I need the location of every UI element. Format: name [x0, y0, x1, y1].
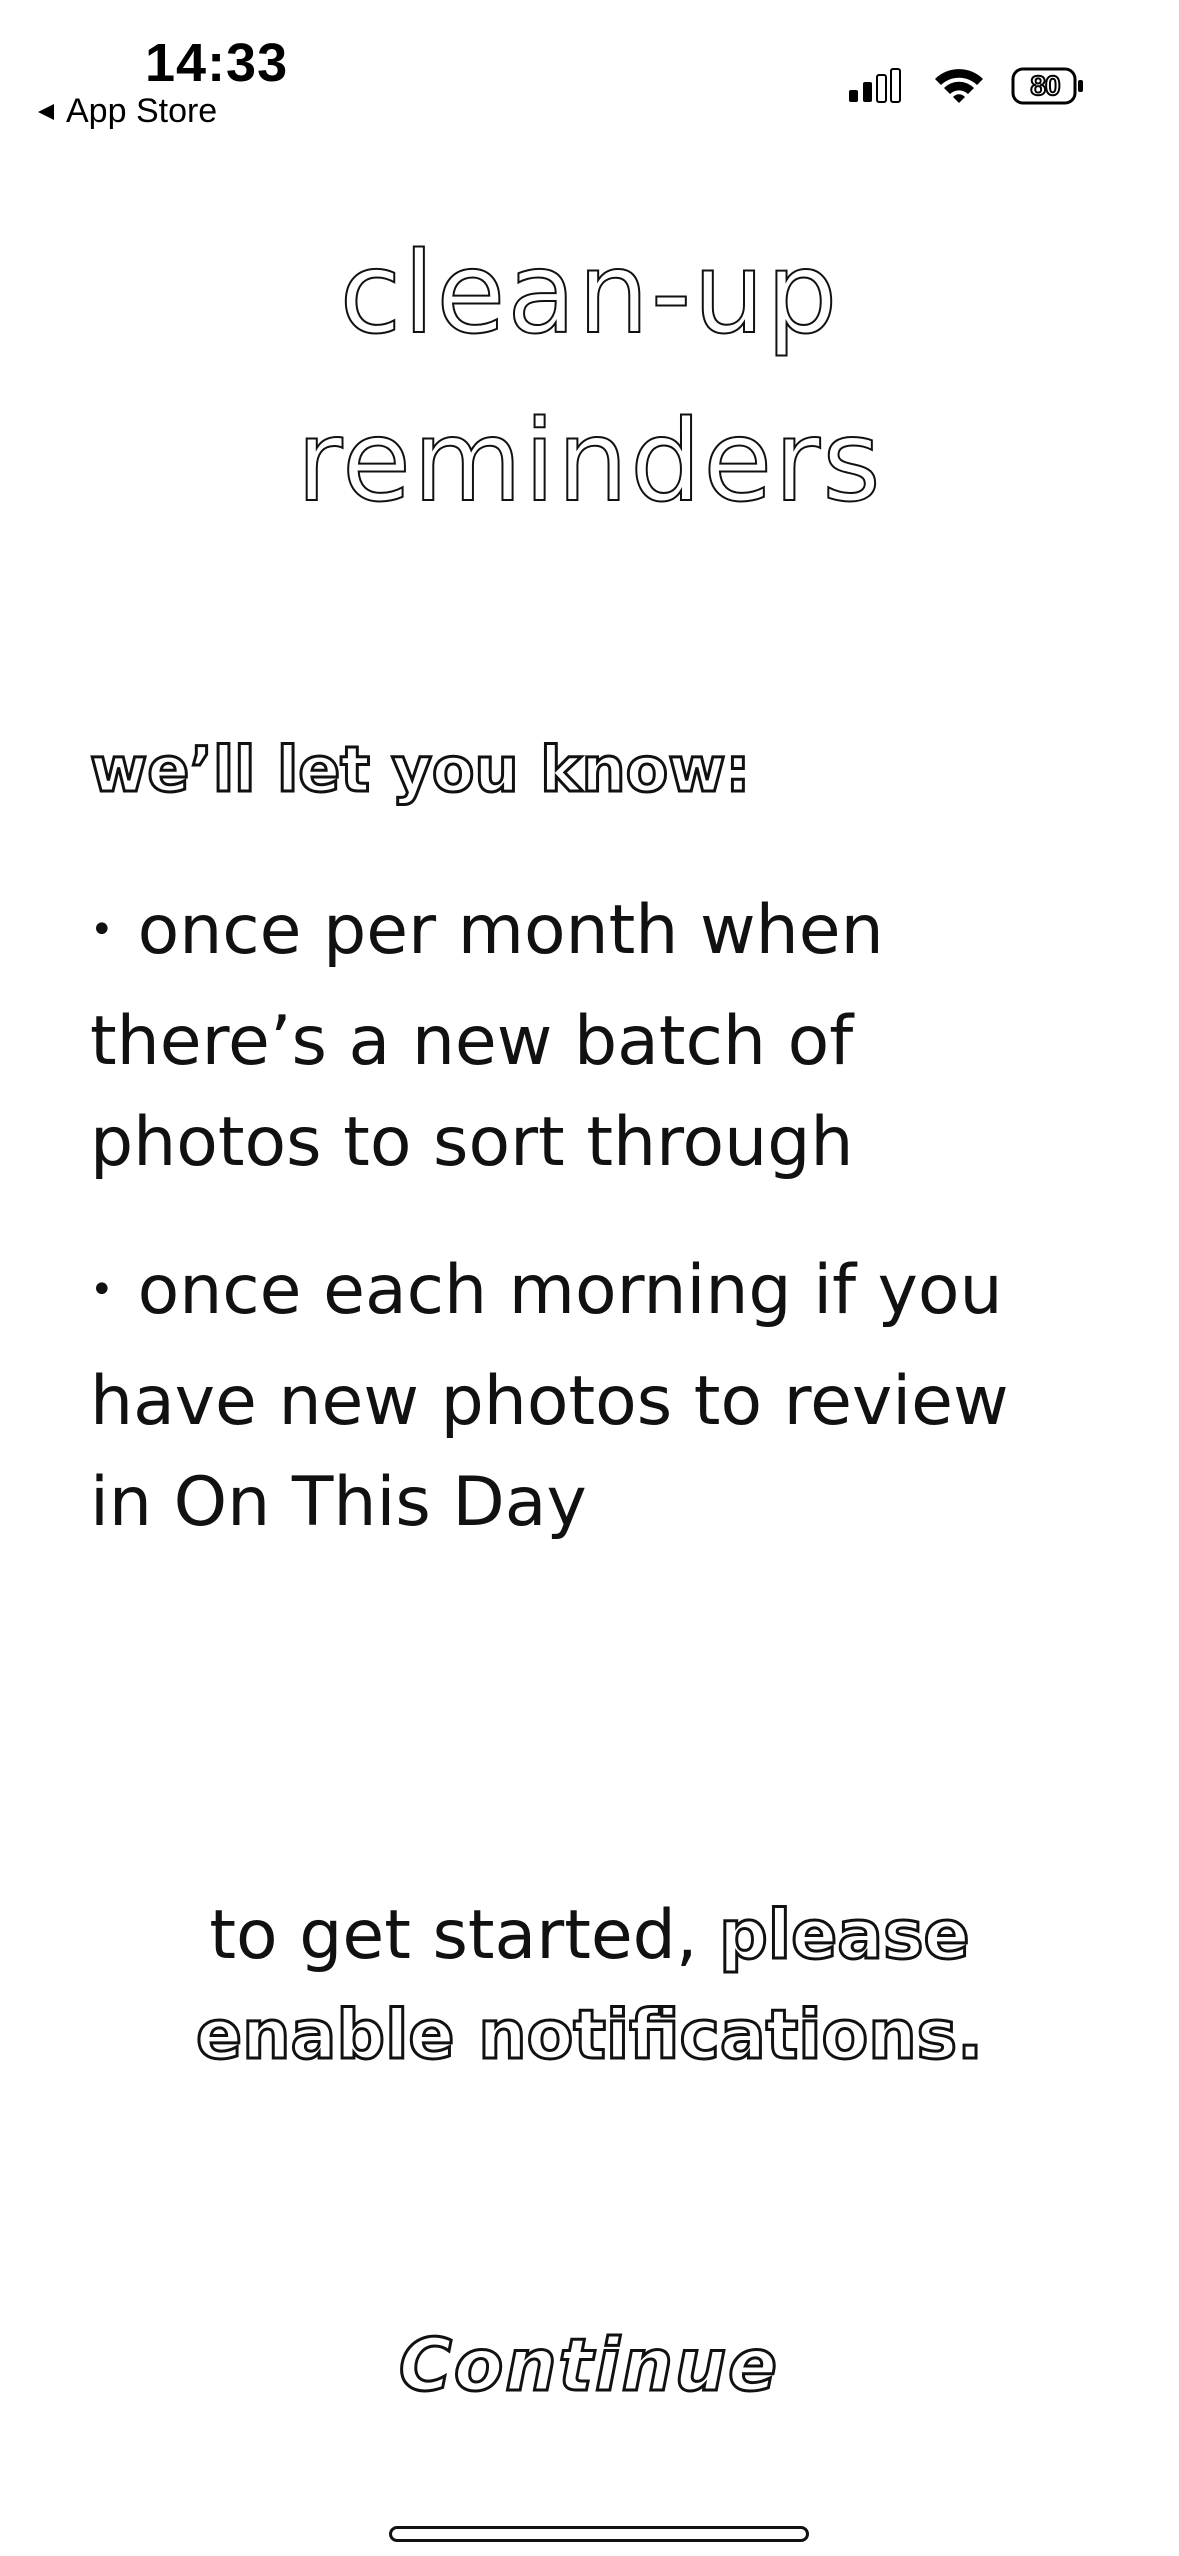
enable-notifications-prompt: to get started, please enable notificati…: [0, 1886, 1179, 2086]
cellular-signal-icon: [849, 68, 901, 103]
status-indicators: 80: [847, 66, 1085, 106]
bullet-line: have new photos to review: [90, 1362, 1009, 1441]
prompt-emphasis: enable notifications.: [195, 1995, 985, 2077]
bullet-line: once each morning if you: [137, 1251, 1003, 1330]
title-line-1: clean-up: [339, 228, 840, 360]
battery-charging-icon: 80: [1011, 66, 1085, 106]
prompt-plain: to get started,: [209, 1896, 698, 1975]
bullet-line: once per month when: [137, 891, 884, 970]
bullet-monthly: • once per month when there’s a new batch…: [90, 880, 1110, 1193]
back-triangle-icon: [38, 103, 54, 120]
continue-button[interactable]: Continue: [339, 2310, 839, 2420]
back-to-app-store[interactable]: App Store: [36, 92, 217, 131]
prompt-emphasis: please: [718, 1895, 972, 1977]
status-time: 14:33: [145, 33, 289, 93]
bullet-line: in On This Day: [90, 1463, 587, 1542]
intro-heading: we’ll let you know:: [88, 732, 751, 808]
bullet-marker: •: [90, 1267, 114, 1313]
home-indicator[interactable]: [389, 2526, 809, 2542]
bullet-marker: •: [90, 907, 114, 953]
back-label: App Store: [66, 92, 218, 130]
battery-percent: 80: [1029, 69, 1061, 102]
bullet-line: there’s a new batch of: [90, 1002, 854, 1081]
page-title: clean-up reminders: [0, 210, 1179, 546]
bullet-line: photos to sort through: [90, 1103, 854, 1182]
wifi-icon: [935, 69, 983, 103]
title-line-2: reminders: [295, 396, 883, 528]
bullet-daily: • once each morning if you have new photo…: [90, 1240, 1110, 1553]
